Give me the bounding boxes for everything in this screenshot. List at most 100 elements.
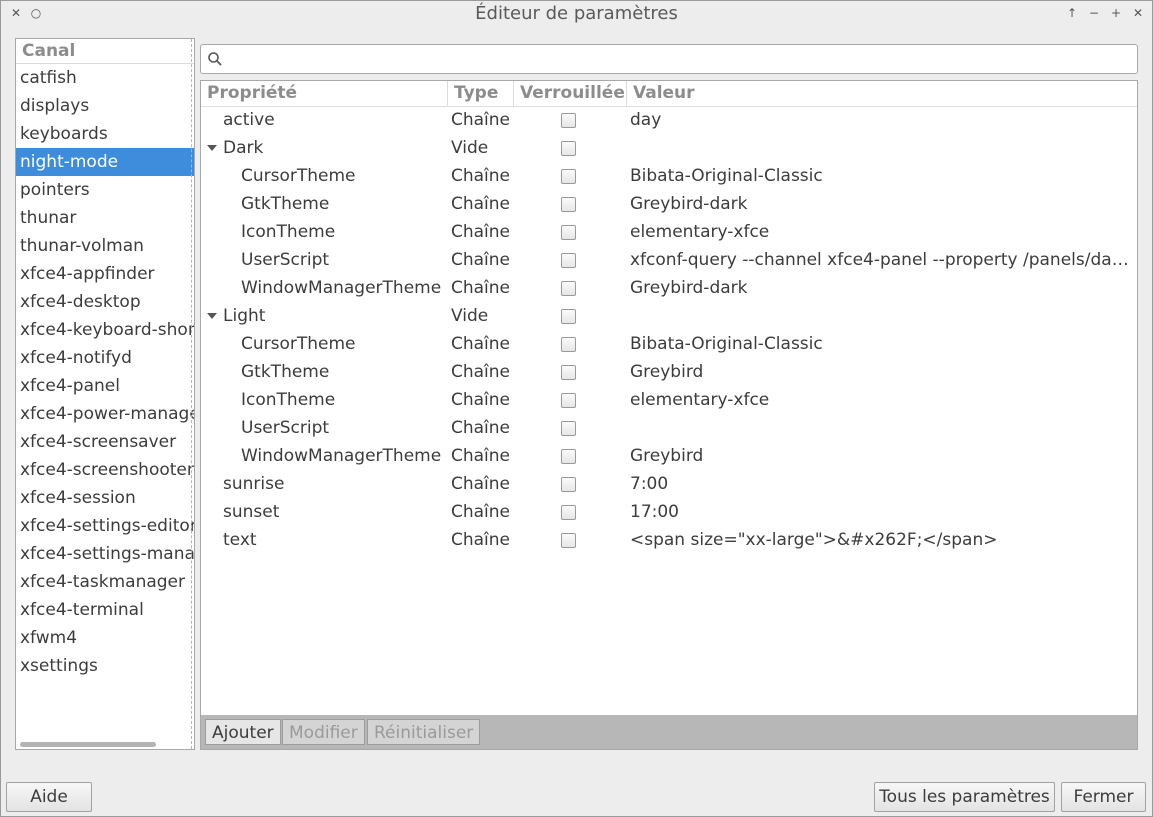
table-row[interactable]: WindowManagerTheme Chaîne Greybird <box>201 442 1137 470</box>
search-input[interactable] <box>229 47 1133 71</box>
channel-item[interactable]: xfce4-appfinder <box>16 260 194 288</box>
table-row[interactable]: GtkTheme Chaîne Greybird-dark <box>201 190 1137 218</box>
channel-item[interactable]: xfce4-power-manager <box>16 400 194 428</box>
channel-item[interactable]: xsettings <box>16 652 194 680</box>
locked-checkbox[interactable] <box>561 505 576 520</box>
column-value[interactable]: Valeur <box>627 81 1137 106</box>
property-name: Dark <box>223 138 264 158</box>
property-name: UserScript <box>241 250 330 270</box>
locked-checkbox[interactable] <box>561 141 576 156</box>
table-row[interactable]: UserScript Chaîne <box>201 414 1137 442</box>
channel-items: catfish displays keyboards night-mode pointe… <box>16 64 194 680</box>
table-row[interactable]: sunrise Chaîne 7:00 <box>201 470 1137 498</box>
pane-divider[interactable] <box>191 39 194 749</box>
table-row[interactable]: WindowManagerTheme Chaîne Greybird-dark <box>201 274 1137 302</box>
property-value[interactable]: 17:00 <box>630 498 1130 526</box>
minimize-icon[interactable]: − <box>1086 5 1102 21</box>
channel-item[interactable]: xfce4-desktop <box>16 288 194 316</box>
locked-checkbox[interactable] <box>561 393 576 408</box>
channel-list: Canal catfish displays keyboards night-mode… <box>15 38 195 750</box>
channel-item[interactable]: thunar <box>16 204 194 232</box>
locked-checkbox[interactable] <box>561 169 576 184</box>
locked-checkbox[interactable] <box>561 225 576 240</box>
property-value[interactable]: Greybird-dark <box>630 274 1130 302</box>
table-row[interactable]: Dark Vide <box>201 134 1137 162</box>
property-type: Chaîne <box>451 390 511 410</box>
property-value[interactable]: <span size="xx-large">&#x262F;</span> <box>630 526 1130 554</box>
close-icon[interactable]: ✕ <box>1130 5 1146 21</box>
property-name: Light <box>223 306 266 326</box>
property-type: Chaîne <box>451 530 511 550</box>
channel-header[interactable]: Canal <box>16 39 194 64</box>
locked-checkbox[interactable] <box>561 533 576 548</box>
window-title: Éditeur de paramètres <box>475 3 678 24</box>
property-value[interactable]: elementary-xfce <box>630 386 1130 414</box>
channel-item[interactable]: night-mode <box>16 148 194 176</box>
channel-item[interactable]: xfce4-terminal <box>16 596 194 624</box>
channel-item[interactable]: xfce4-settings-editor <box>16 512 194 540</box>
search-box[interactable] <box>200 44 1138 74</box>
channel-item[interactable]: xfce4-settings-manager <box>16 540 194 568</box>
property-value[interactable]: Greybird <box>630 358 1130 386</box>
property-type: Vide <box>451 138 489 158</box>
channel-item[interactable]: keyboards <box>16 120 194 148</box>
channel-item[interactable]: xfce4-keyboard-shortcuts <box>16 316 194 344</box>
property-type: Chaîne <box>451 222 511 242</box>
property-value[interactable]: Greybird <box>630 442 1130 470</box>
locked-checkbox[interactable] <box>561 421 576 436</box>
property-table: Propriété Type Verrouillée Valeur active… <box>200 80 1138 750</box>
edit-button[interactable]: Modifier <box>282 719 365 745</box>
locked-checkbox[interactable] <box>561 477 576 492</box>
channel-item[interactable]: xfce4-screenshooter <box>16 456 194 484</box>
table-row[interactable]: Light Vide <box>201 302 1137 330</box>
column-type[interactable]: Type <box>448 81 514 106</box>
table-row[interactable]: sunset Chaîne 17:00 <box>201 498 1137 526</box>
channel-item[interactable]: pointers <box>16 176 194 204</box>
table-row[interactable]: UserScript Chaîne xfconf-query --channel x… <box>201 246 1137 274</box>
property-value[interactable]: elementary-xfce <box>630 218 1130 246</box>
channel-item[interactable]: xfce4-notifyd <box>16 344 194 372</box>
table-row[interactable]: text Chaîne <span size="xx-large">&#x262F;… <box>201 526 1137 554</box>
column-property[interactable]: Propriété <box>201 81 448 106</box>
column-locked[interactable]: Verrouillée <box>514 81 627 106</box>
property-value[interactable]: day <box>630 106 1130 134</box>
close-button[interactable]: Fermer <box>1061 782 1146 812</box>
locked-checkbox[interactable] <box>561 253 576 268</box>
locked-checkbox[interactable] <box>561 281 576 296</box>
table-row[interactable]: IconTheme Chaîne elementary-xfce <box>201 386 1137 414</box>
table-row[interactable]: CursorTheme Chaîne Bibata-Original-Classic <box>201 330 1137 358</box>
expander-arrow-icon[interactable] <box>207 145 217 151</box>
property-value[interactable]: 7:00 <box>630 470 1130 498</box>
all-settings-button[interactable]: Tous les paramètres <box>874 782 1055 812</box>
table-row[interactable]: CursorTheme Chaîne Bibata-Original-Classic <box>201 162 1137 190</box>
channel-item[interactable]: xfce4-screensaver <box>16 428 194 456</box>
shade-up-icon[interactable]: ↑ <box>1064 5 1080 21</box>
locked-checkbox[interactable] <box>561 197 576 212</box>
channel-item[interactable]: displays <box>16 92 194 120</box>
table-row[interactable]: IconTheme Chaîne elementary-xfce <box>201 218 1137 246</box>
help-button[interactable]: Aide <box>6 782 92 812</box>
channel-item[interactable]: thunar-volman <box>16 232 194 260</box>
locked-checkbox[interactable] <box>561 309 576 324</box>
channel-item[interactable]: catfish <box>16 64 194 92</box>
locked-checkbox[interactable] <box>561 113 576 128</box>
locked-checkbox[interactable] <box>561 337 576 352</box>
channel-item[interactable]: xfce4-taskmanager <box>16 568 194 596</box>
property-value[interactable]: Bibata-Original-Classic <box>630 330 1130 358</box>
reset-button[interactable]: Réinitialiser <box>367 719 481 745</box>
table-row[interactable]: active Chaîne day <box>201 106 1137 134</box>
expander-arrow-icon[interactable] <box>207 313 217 319</box>
channel-item[interactable]: xfwm4 <box>16 624 194 652</box>
maximize-icon[interactable]: + <box>1108 5 1124 21</box>
locked-checkbox[interactable] <box>561 449 576 464</box>
action-bar: Ajouter Modifier Réinitialiser <box>201 715 1137 749</box>
channel-item[interactable]: xfce4-session <box>16 484 194 512</box>
property-value[interactable]: Bibata-Original-Classic <box>630 162 1130 190</box>
locked-checkbox[interactable] <box>561 365 576 380</box>
table-row[interactable]: GtkTheme Chaîne Greybird <box>201 358 1137 386</box>
channel-horizontal-scrollbar[interactable] <box>20 742 156 747</box>
add-button[interactable]: Ajouter <box>205 719 281 745</box>
property-value[interactable]: xfconf-query --channel xfce4-panel --pro… <box>630 246 1130 274</box>
property-value[interactable]: Greybird-dark <box>630 190 1130 218</box>
channel-item[interactable]: xfce4-panel <box>16 372 194 400</box>
